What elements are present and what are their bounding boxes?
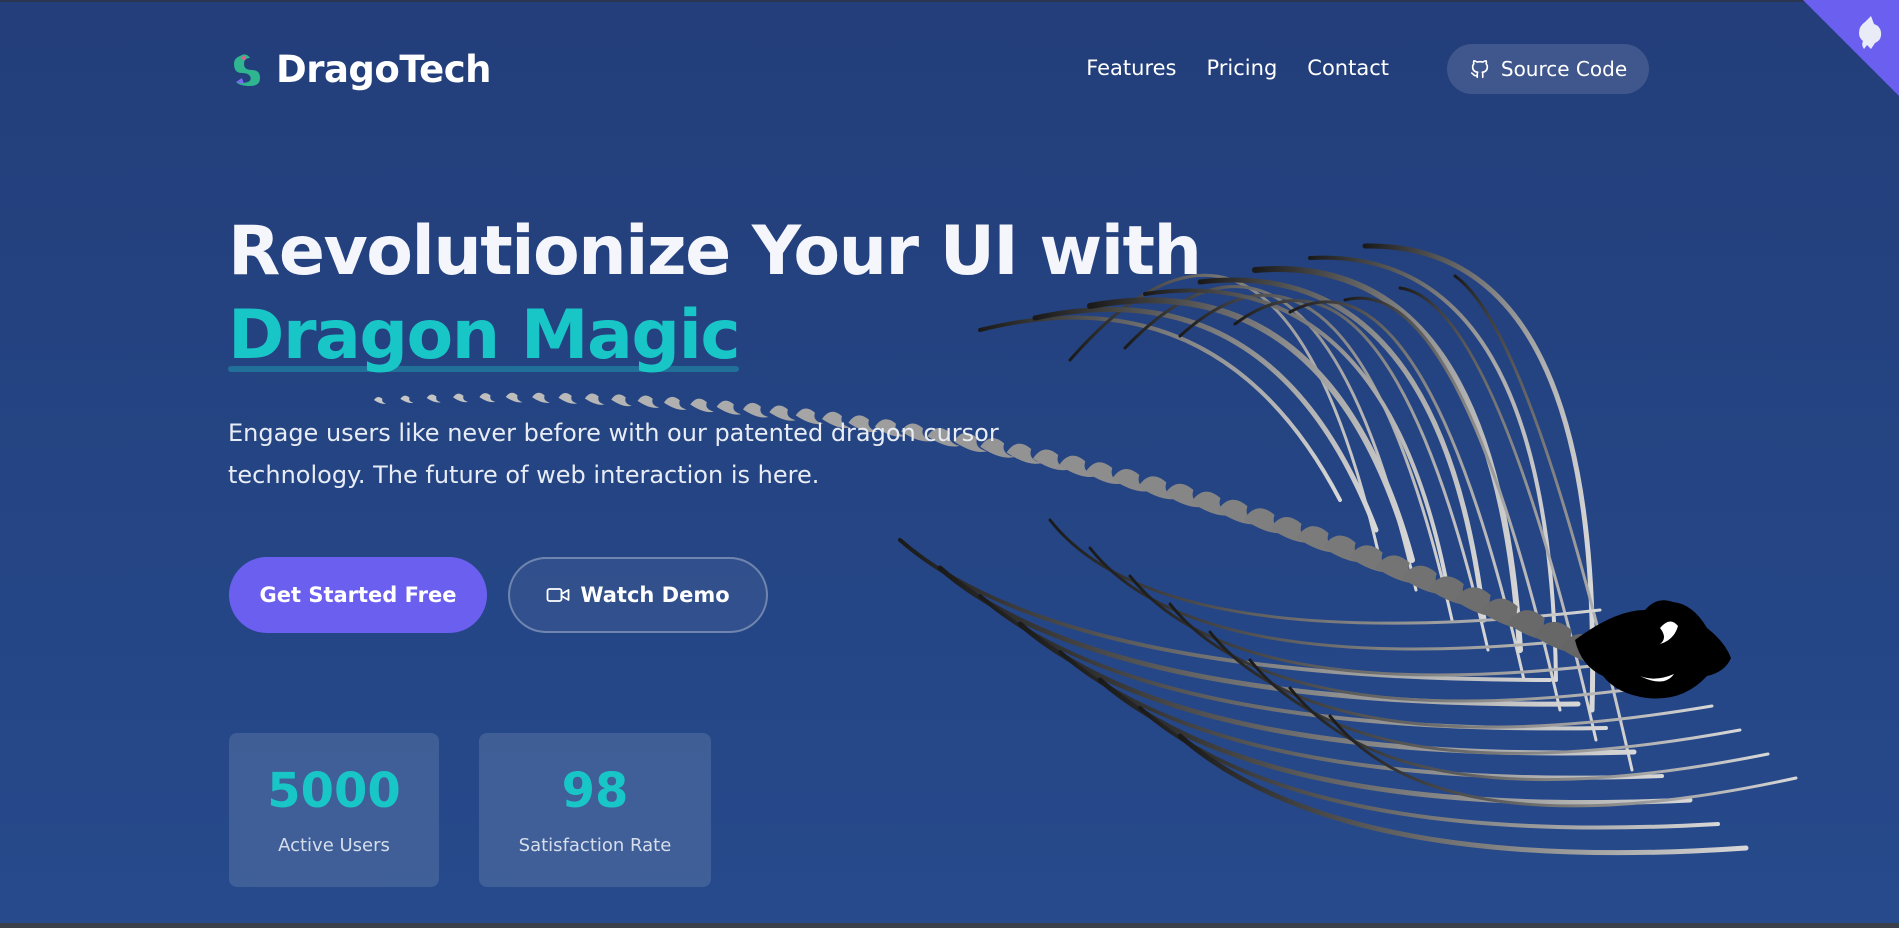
- spine-segment: [584, 393, 605, 405]
- hero-title-line: Revolutionize Your UI with: [228, 212, 1202, 291]
- stat-card-satisfaction: 98 Satisfaction Rate: [479, 733, 711, 887]
- hero-title: Revolutionize Your UI with Dragon Magic: [228, 210, 1202, 378]
- spine-segment: [558, 392, 578, 404]
- spine-segment: [453, 393, 468, 403]
- spine-segment: [690, 398, 714, 413]
- spine-segment: [479, 393, 496, 403]
- hero-title-accent: Dragon Magic: [228, 294, 741, 378]
- spine-segment: [532, 392, 550, 403]
- video-camera-icon: [546, 588, 570, 602]
- stat-label: Active Users: [278, 835, 390, 856]
- spine-segment: [663, 396, 687, 410]
- stat-card-users: 5000 Active Users: [229, 733, 439, 887]
- watch-demo-button[interactable]: Watch Demo: [508, 557, 768, 633]
- get-started-button[interactable]: Get Started Free: [229, 557, 487, 633]
- spine-segment: [426, 394, 441, 403]
- hero-subtitle: Engage users like never before with our …: [228, 419, 999, 489]
- spine-segment: [374, 396, 386, 404]
- wing-bone: [1197, 277, 1487, 623]
- spine-segment: [505, 392, 523, 403]
- stat-value: 98: [561, 763, 629, 819]
- spine-segment: [400, 395, 414, 404]
- spine-segment: [611, 394, 632, 407]
- stat-value: 5000: [267, 763, 401, 819]
- spine-segment: [637, 395, 660, 408]
- watch-demo-label: Watch Demo: [580, 583, 730, 607]
- stat-label: Satisfaction Rate: [518, 835, 672, 856]
